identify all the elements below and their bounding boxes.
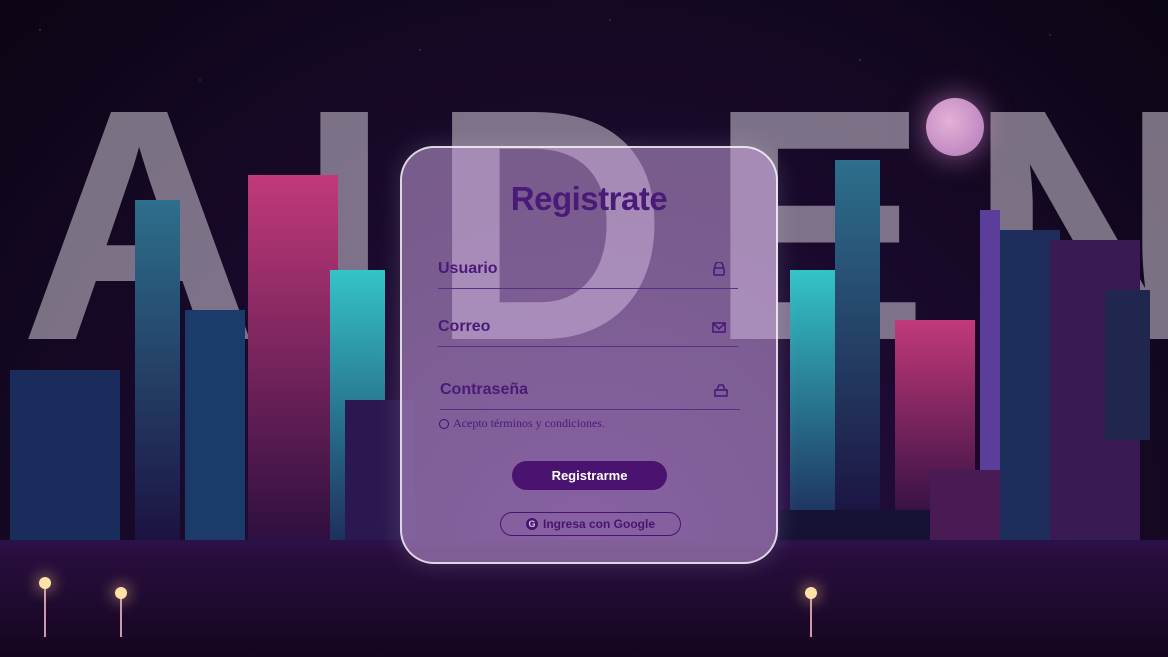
form-title: Registrate xyxy=(510,180,668,217)
email-label: Correo xyxy=(438,318,491,335)
terms-label: Acepto términos y condiciones. xyxy=(453,416,605,430)
terms-checkbox[interactable]: Acepto términos y condiciones. xyxy=(439,416,605,431)
register-button[interactable]: Registrarme xyxy=(512,461,667,490)
google-signin-button[interactable]: G Ingresa con Google xyxy=(500,512,681,536)
email-field[interactable]: Correo xyxy=(438,306,738,347)
lock-icon xyxy=(714,384,728,397)
password-field[interactable]: Contraseña xyxy=(440,369,740,410)
google-icon: G xyxy=(525,518,538,530)
terms-radio[interactable] xyxy=(439,418,449,429)
password-label: Contraseña xyxy=(440,381,529,398)
username-field[interactable]: Usuario xyxy=(438,248,738,289)
street-lamp xyxy=(39,577,51,637)
street-lamp xyxy=(805,587,817,637)
google-label: Ingresa con Google xyxy=(542,517,656,531)
mail-icon xyxy=(712,322,726,333)
username-label: Usuario xyxy=(438,260,498,277)
street-lamp xyxy=(115,587,127,637)
user-icon xyxy=(713,262,725,276)
register-card: Registrate Usuario Correo Contraseña Ace… xyxy=(400,146,778,564)
